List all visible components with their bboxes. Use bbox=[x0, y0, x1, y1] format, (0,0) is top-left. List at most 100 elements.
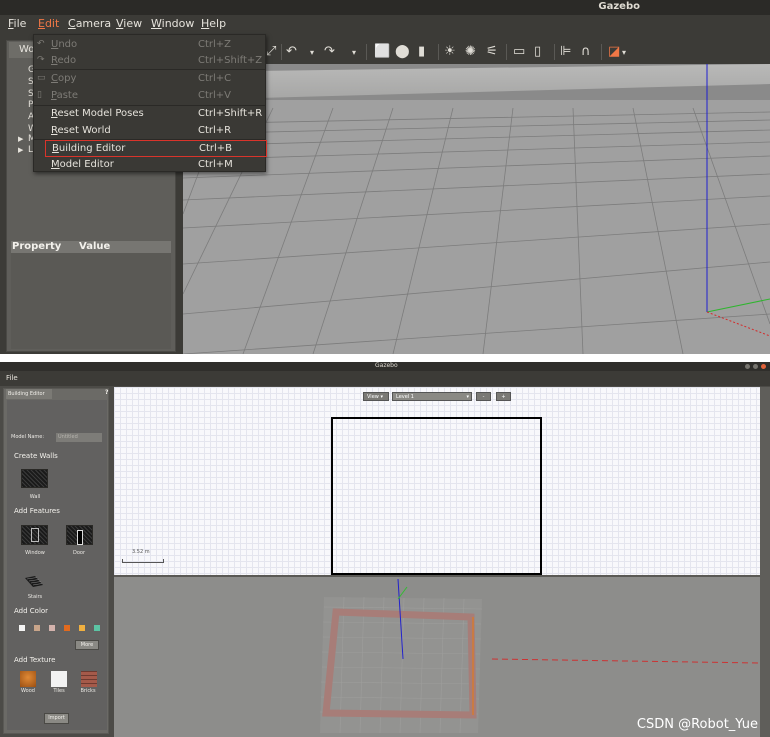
model-name-label: Model Name: bbox=[11, 434, 45, 440]
wall-label: Wall bbox=[29, 494, 41, 500]
property-header: Property Value bbox=[11, 241, 171, 253]
wall-outline[interactable] bbox=[331, 417, 542, 575]
color-swatch-pink[interactable] bbox=[49, 625, 55, 631]
color-swatch-white[interactable] bbox=[19, 625, 25, 631]
menu-file[interactable]: File bbox=[8, 17, 26, 30]
translate-mode-icon[interactable]: ⤢ bbox=[266, 44, 276, 59]
screenshot-divider bbox=[0, 354, 770, 362]
bricks-label: Bricks bbox=[80, 688, 96, 694]
gazebo-main-window: Gazebo File Edit Camera View Window Help… bbox=[0, 0, 770, 354]
add-level-button[interactable]: + bbox=[496, 392, 511, 401]
menu-bar: File bbox=[0, 371, 770, 386]
maximize-icon[interactable] bbox=[753, 364, 758, 369]
menu-item-reset-world[interactable]: Reset World Ctrl+R bbox=[34, 123, 265, 140]
3d-viewport[interactable] bbox=[183, 64, 770, 354]
remove-level-button[interactable]: - bbox=[476, 392, 491, 401]
add-color-heading: Add Color bbox=[14, 607, 49, 615]
copy-icon[interactable]: ▭ bbox=[513, 44, 525, 59]
value-column-label: Value bbox=[79, 241, 111, 252]
stairs-label: Stairs bbox=[27, 594, 43, 600]
menu-file[interactable]: File bbox=[6, 374, 18, 382]
menu-edit[interactable]: Edit bbox=[38, 17, 59, 30]
color-swatch-teal[interactable] bbox=[94, 625, 100, 631]
cylinder-shape-icon[interactable]: ▮ bbox=[418, 44, 425, 59]
menu-item-paste[interactable]: ▯ Paste Ctrl+V bbox=[34, 88, 265, 105]
expand-arrow-icon[interactable]: ▶ bbox=[18, 146, 23, 154]
help-icon[interactable]: ? bbox=[105, 389, 108, 396]
paste-icon[interactable]: ▯ bbox=[534, 44, 541, 59]
add-features-heading: Add Features bbox=[14, 507, 60, 515]
wall-icon[interactable] bbox=[21, 469, 48, 488]
window-title: Gazebo bbox=[598, 1, 640, 12]
property-table bbox=[11, 253, 171, 349]
bricks-texture-icon[interactable] bbox=[81, 671, 97, 687]
color-swatch-yellow[interactable] bbox=[79, 625, 85, 631]
box-shape-icon[interactable]: ⬜ bbox=[374, 44, 390, 59]
2d-floor-plan[interactable]: View ▾ Level 1 ▾ - + 3.52 m bbox=[114, 387, 760, 577]
menu-item-copy[interactable]: ▭ Copy Ctrl+C bbox=[34, 71, 265, 88]
wood-texture-icon[interactable] bbox=[20, 671, 36, 687]
color-swatch-tan[interactable] bbox=[34, 625, 40, 631]
menu-window[interactable]: Window bbox=[151, 17, 194, 30]
align-icon[interactable]: ⊫ bbox=[560, 44, 571, 59]
point-light-icon[interactable]: ☀ bbox=[444, 44, 456, 59]
undo-icon: ↶ bbox=[37, 39, 45, 49]
level-selector[interactable]: Level 1 ▾ bbox=[392, 392, 472, 401]
spot-light-icon[interactable]: ✺ bbox=[465, 44, 476, 59]
menu-view[interactable]: View bbox=[116, 17, 142, 30]
tiles-texture-icon[interactable] bbox=[51, 671, 67, 687]
wood-label: Wood bbox=[21, 688, 35, 694]
door-label: Door bbox=[72, 550, 86, 556]
menu-camera[interactable]: Camera bbox=[68, 17, 111, 30]
undo-icon[interactable]: ↶ bbox=[286, 44, 297, 59]
model-name-input[interactable]: Untitled bbox=[56, 433, 102, 442]
property-column-label: Property bbox=[12, 241, 62, 252]
color-swatch-orange[interactable] bbox=[64, 625, 70, 631]
edit-menu-dropdown: ↶ Undo Ctrl+Z ↷ Redo Ctrl+Shift+Z ▭ Copy… bbox=[33, 34, 267, 174]
toolbar: ⤢ ↶ ▾ ↷ ▾ ⬜ ⬤ ▮ ☀ ✺ ⚟ ▭ ▯ ⊫ ∩ ◪ ▾ bbox=[266, 40, 770, 64]
window-title: Gazebo bbox=[375, 362, 398, 369]
menu-help[interactable]: Help bbox=[201, 17, 226, 30]
menu-item-redo[interactable]: ↷ Redo Ctrl+Shift+Z bbox=[34, 53, 265, 70]
building-editor-window: Gazebo File Building Editor ? Model Name… bbox=[0, 362, 770, 737]
menu-bar: File Edit Camera View Window Help bbox=[0, 15, 770, 35]
stairs-icon[interactable] bbox=[25, 572, 43, 587]
redo-dropdown-icon[interactable]: ▾ bbox=[352, 48, 356, 57]
paste-icon: ▯ bbox=[37, 90, 42, 100]
copy-icon: ▭ bbox=[37, 73, 46, 83]
close-icon[interactable] bbox=[761, 364, 766, 369]
scrollbar[interactable] bbox=[760, 387, 770, 737]
screenshot-composite: Gazebo File Edit Camera View Window Help… bbox=[0, 0, 770, 737]
directional-light-icon[interactable]: ⚟ bbox=[486, 44, 498, 59]
tiles-label: Tiles bbox=[53, 688, 65, 694]
redo-icon: ↷ bbox=[37, 55, 45, 65]
window-icon[interactable] bbox=[21, 525, 48, 545]
menu-item-reset-model-poses[interactable]: Reset Model Poses Ctrl+Shift+R bbox=[34, 106, 265, 123]
view-angle-icon[interactable]: ◪ bbox=[608, 44, 620, 59]
scale-label: 3.52 m bbox=[132, 549, 150, 555]
minimize-icon[interactable] bbox=[745, 364, 750, 369]
menu-item-undo[interactable]: ↶ Undo Ctrl+Z bbox=[34, 37, 265, 54]
building-editor-tab[interactable]: Building Editor bbox=[6, 389, 52, 399]
import-button[interactable]: Import bbox=[44, 713, 69, 724]
3d-preview-viewport[interactable] bbox=[114, 577, 760, 737]
building-editor-panel: Building Editor ? Model Name: Untitled C… bbox=[3, 388, 109, 734]
title-bar: Gazebo bbox=[0, 362, 770, 371]
window-label: Window bbox=[25, 550, 45, 556]
snap-icon[interactable]: ∩ bbox=[581, 44, 591, 59]
sphere-shape-icon[interactable]: ⬤ bbox=[395, 44, 410, 59]
create-walls-heading: Create Walls bbox=[14, 452, 58, 460]
scale-bar bbox=[122, 559, 164, 563]
expand-arrow-icon[interactable]: ▶ bbox=[18, 135, 23, 143]
view-angle-dropdown-icon[interactable]: ▾ bbox=[622, 48, 626, 57]
menu-item-building-editor[interactable]: Building Editor Ctrl+B bbox=[45, 140, 267, 157]
menu-item-model-editor[interactable]: Model Editor Ctrl+M bbox=[34, 157, 265, 174]
undo-dropdown-icon[interactable]: ▾ bbox=[310, 48, 314, 57]
more-colors-button[interactable]: More bbox=[75, 640, 99, 650]
watermark: CSDN @Robot_Yue bbox=[636, 717, 758, 732]
add-texture-heading: Add Texture bbox=[14, 656, 56, 664]
redo-icon[interactable]: ↷ bbox=[324, 44, 335, 59]
door-icon[interactable] bbox=[66, 525, 93, 545]
title-bar: Gazebo bbox=[0, 0, 770, 15]
view-dropdown[interactable]: View ▾ bbox=[363, 392, 389, 401]
